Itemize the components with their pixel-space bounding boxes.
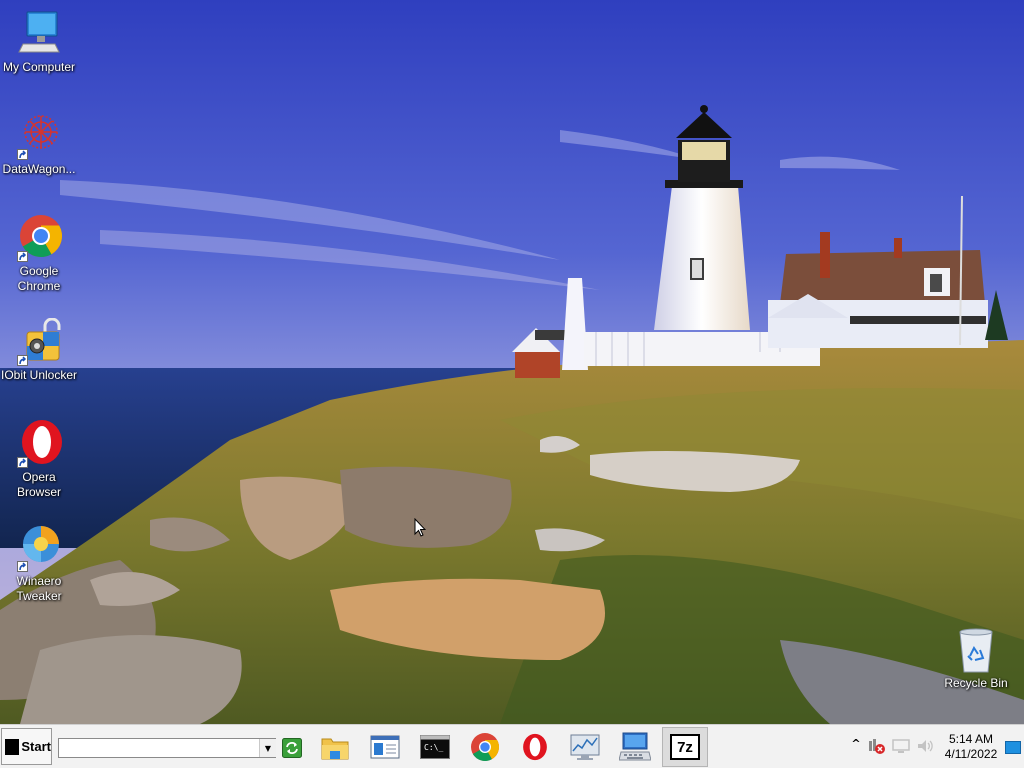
desktop-icon-iobit-unlocker[interactable]: IObit Unlocker <box>0 317 78 383</box>
datawagon-icon <box>15 112 63 160</box>
window-panel-icon <box>370 735 400 759</box>
chrome-icon <box>15 214 63 262</box>
display-icon[interactable] <box>892 737 910 755</box>
network-error-icon[interactable] <box>868 737 886 755</box>
desktop-icon-winaero-tweaker[interactable]: Winaero Tweaker <box>0 524 78 604</box>
opera-icon <box>523 733 547 761</box>
clock[interactable]: 5:14 AM 4/11/2022 <box>938 732 1004 762</box>
desktop-icon-label: DataWagon... <box>2 162 76 176</box>
monitor-chart-icon <box>570 734 600 760</box>
volume-icon[interactable] <box>916 737 934 755</box>
desktop-icon-label: My Computer <box>2 60 76 74</box>
taskbar-control-panel[interactable] <box>362 727 408 767</box>
desktop-icon-label: Winaero Tweaker <box>16 574 62 603</box>
clock-date: 4/11/2022 <box>944 747 998 761</box>
desktop[interactable]: My Computer DataWagon... Google Chrome I… <box>0 0 1024 724</box>
desktop-icon-label: Opera Browser <box>16 470 61 499</box>
taskbar-performance-monitor[interactable] <box>562 727 608 767</box>
cmd-icon: C:\_ <box>420 735 450 759</box>
clock-time: 5:14 AM <box>948 732 994 746</box>
7zip-label: 7z <box>677 738 693 756</box>
tray-icons <box>868 737 934 755</box>
taskbar-opera[interactable] <box>512 727 558 767</box>
computer-icon <box>15 10 63 58</box>
shortcut-arrow-icon <box>17 251 28 262</box>
recycle-bin-icon <box>952 626 1000 674</box>
desktop-icon-label: Google Chrome <box>17 264 61 293</box>
desktop-icon-my-computer[interactable]: My Computer <box>0 10 78 75</box>
desktop-icon-datawagon[interactable]: DataWagon... <box>0 112 78 177</box>
shortcut-arrow-icon <box>17 561 28 572</box>
start-button[interactable]: Start <box>1 728 52 765</box>
remote-desktop-icon <box>619 732 651 761</box>
go-refresh-icon[interactable] <box>282 738 302 758</box>
shortcut-arrow-icon <box>17 149 28 160</box>
svg-text:C:\_: C:\_ <box>424 743 443 752</box>
taskbar-remote-desktop[interactable] <box>612 727 658 767</box>
taskbar-command-prompt[interactable]: C:\_ <box>412 727 458 767</box>
start-logo-icon <box>5 738 20 755</box>
winaero-icon <box>15 524 63 572</box>
desktop-icon-opera-browser[interactable]: Opera Browser <box>0 420 78 500</box>
folder-icon <box>321 738 349 760</box>
desktop-icon-recycle-bin[interactable]: Recycle Bin <box>936 626 1016 691</box>
desktop-icon-google-chrome[interactable]: Google Chrome <box>0 214 78 294</box>
desktop-icon-label: Recycle Bin <box>944 676 1008 690</box>
show-desktop-button[interactable] <box>1005 741 1021 754</box>
taskbar: Start ▼ C:\_ 7z ^ 5:14 AM 4/11/2022 <box>0 724 1024 768</box>
taskbar-google-chrome[interactable] <box>462 727 508 767</box>
taskbar-7-zip[interactable]: 7z <box>662 727 708 767</box>
taskbar-file-explorer[interactable] <box>312 727 358 767</box>
iobit-unlocker-icon <box>15 317 63 366</box>
lighthouse-coast-wallpaper <box>0 0 1024 724</box>
mouse-cursor-icon <box>414 518 426 537</box>
start-label: Start <box>21 739 51 754</box>
shortcut-arrow-icon <box>17 457 28 468</box>
shortcut-arrow-icon <box>17 355 28 366</box>
address-input[interactable] <box>58 738 276 758</box>
7zip-icon: 7z <box>670 734 700 760</box>
chrome-icon <box>471 733 500 762</box>
opera-icon <box>15 420 63 468</box>
desktop-icon-label: IObit Unlocker <box>0 368 78 382</box>
show-hidden-icons-button[interactable]: ^ <box>850 737 862 750</box>
chevron-down-icon[interactable]: ▼ <box>259 739 276 757</box>
